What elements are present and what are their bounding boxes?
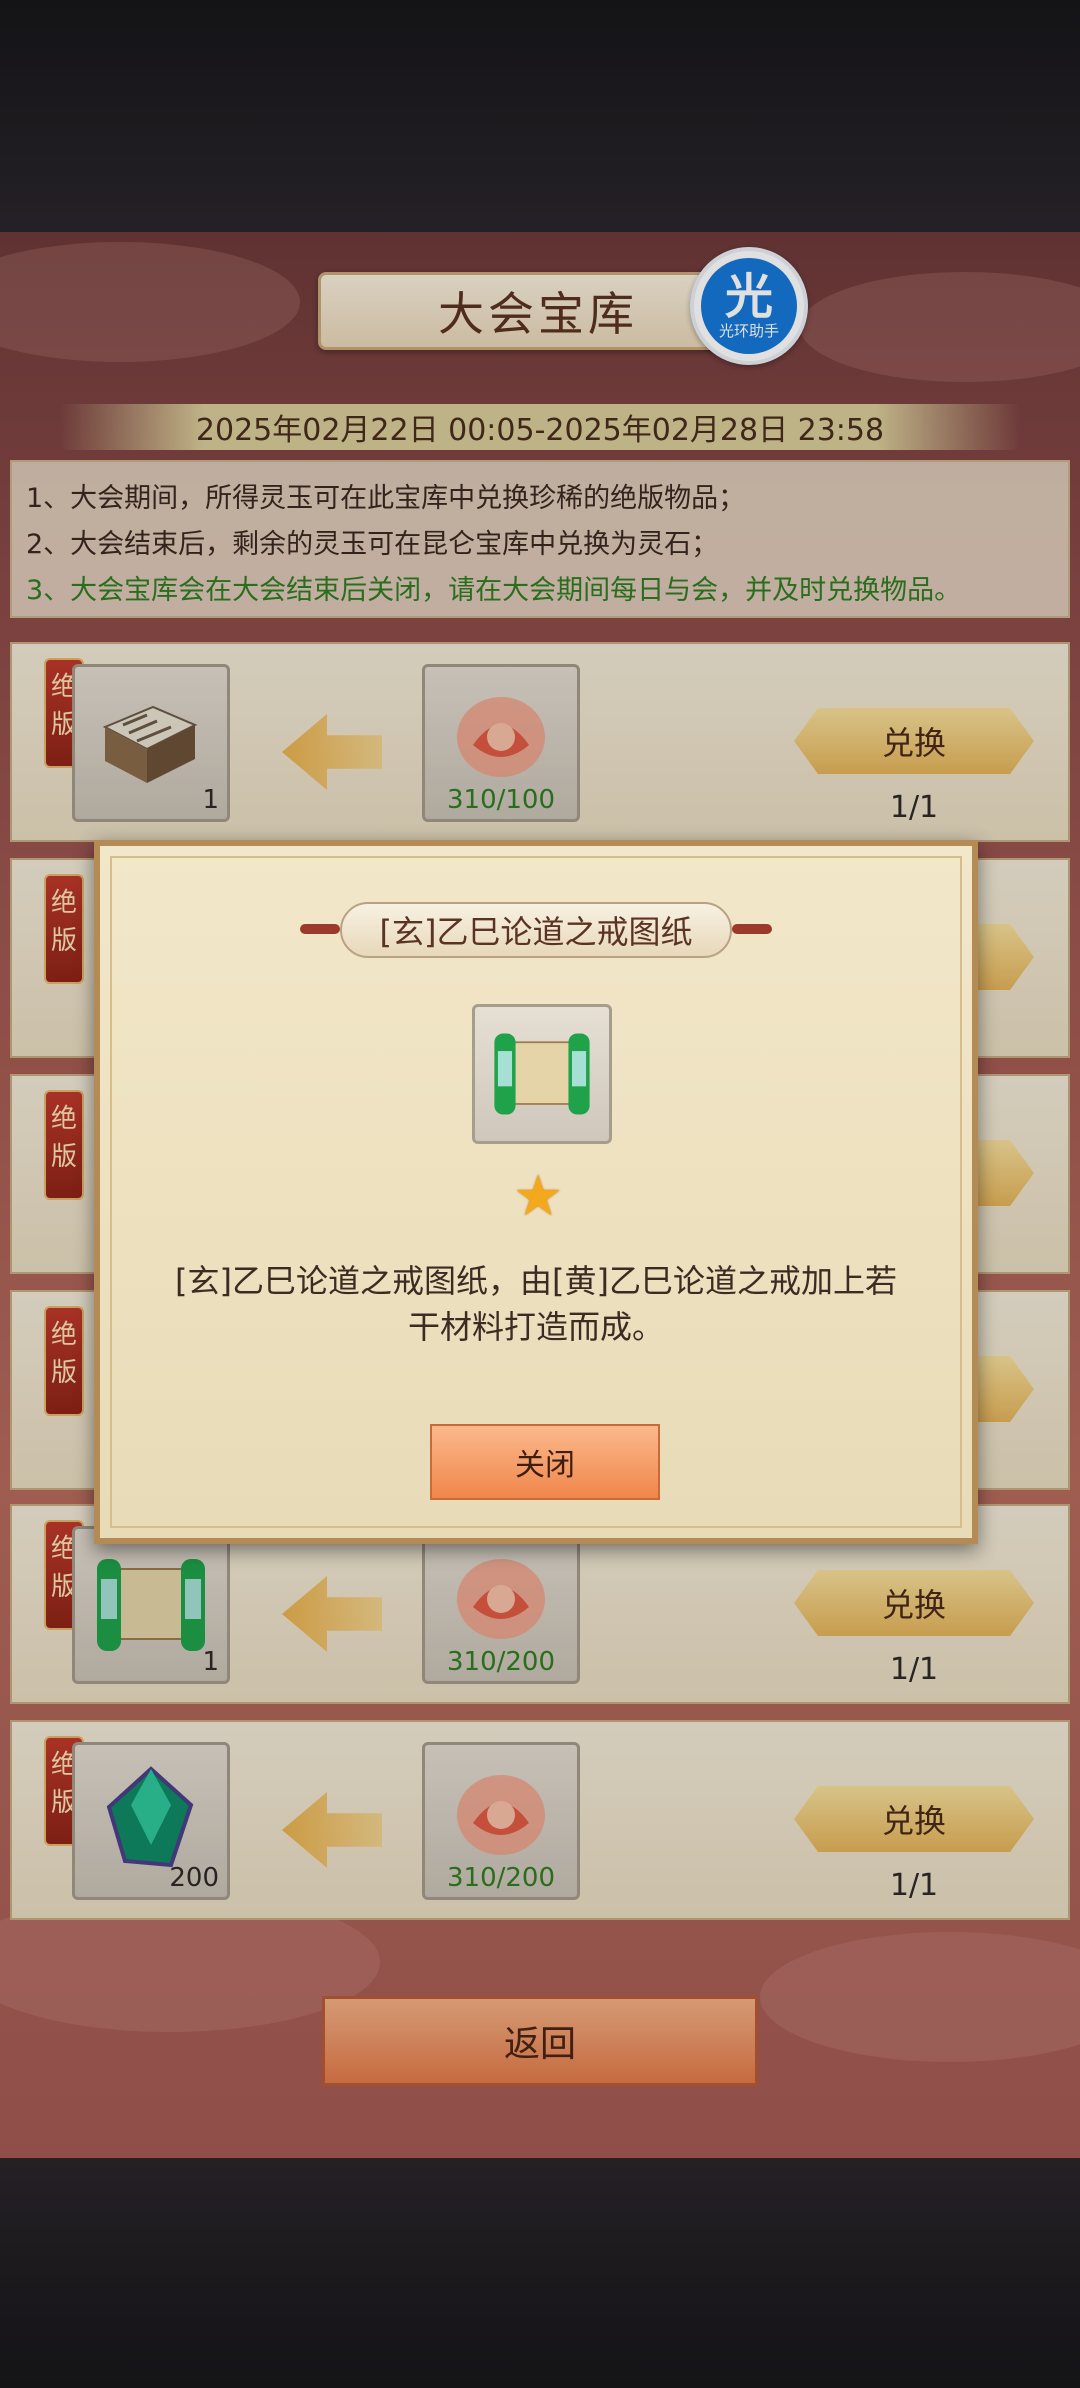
dialog-item-slot: [472, 1004, 612, 1144]
close-button[interactable]: 关闭: [430, 1424, 660, 1500]
title-pin-right: [732, 924, 772, 934]
title-pin-left: [300, 924, 340, 934]
scroll-icon: [494, 1033, 590, 1115]
dialog-description: [玄]乙巳论道之戒图纸，由[黄]乙巳论道之戒加上若干材料打造而成。: [175, 1262, 897, 1346]
star-icon: ★: [513, 1164, 564, 1229]
dialog-title-plate: [玄]乙巳论道之戒图纸: [300, 902, 772, 958]
item-detail-dialog: [玄]乙巳论道之戒图纸 ★ [玄]乙巳论道之戒图纸，由[黄]乙巳论道之戒加上若干…: [94, 840, 978, 1544]
dialog-title: [玄]乙巳论道之戒图纸: [340, 902, 732, 958]
